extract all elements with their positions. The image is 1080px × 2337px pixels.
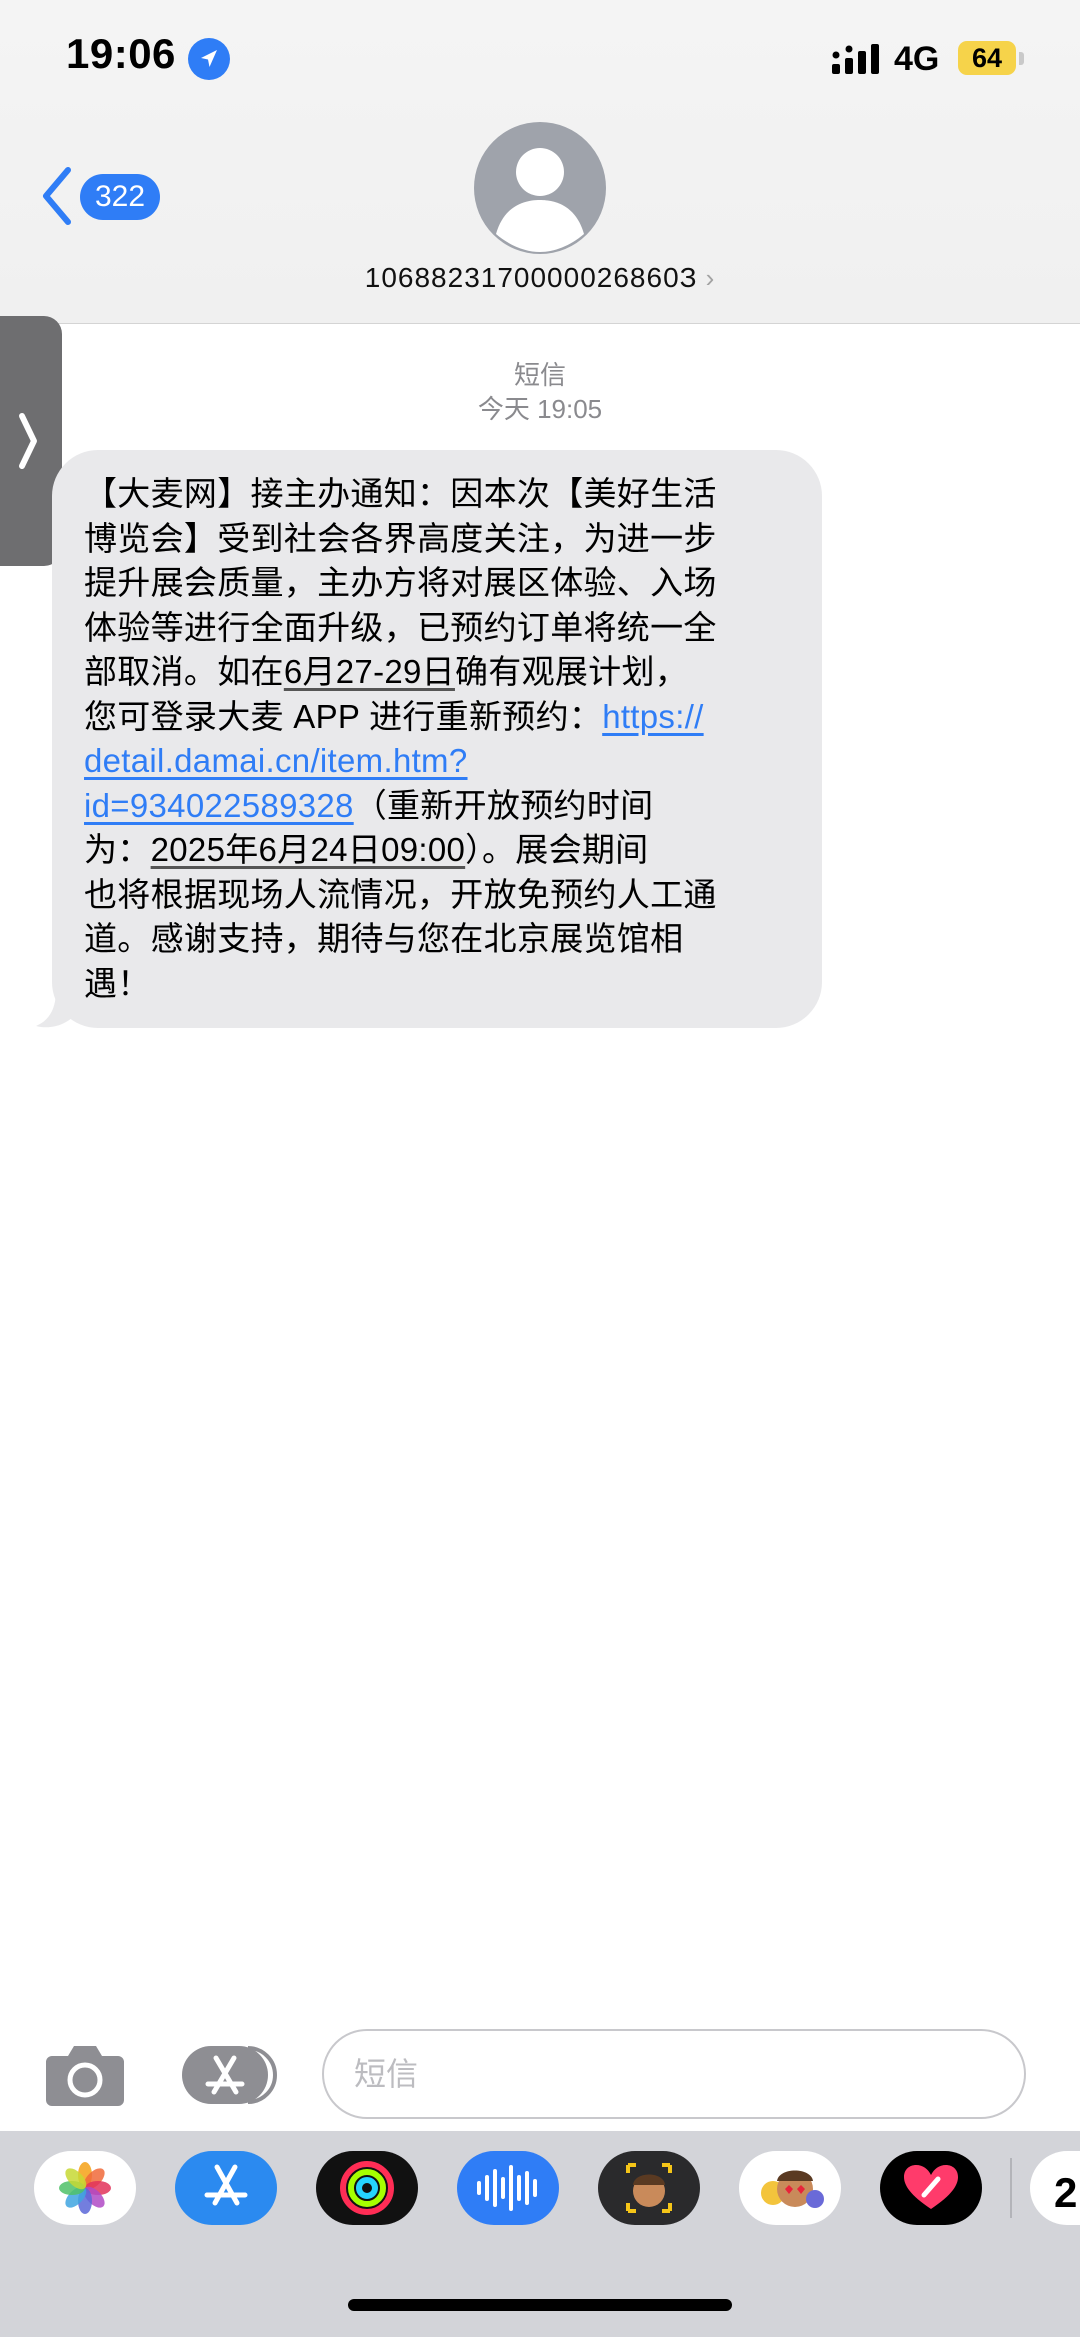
chevron-left-icon xyxy=(43,167,71,225)
thread-meta: 短信 今天 19:05 xyxy=(0,358,1080,426)
message-line: 您可登录大麦 APP 进行重新预约：https:// xyxy=(84,695,796,740)
apps-button[interactable] xyxy=(180,2044,280,2106)
network-type: 4G xyxy=(894,40,940,78)
conversation-header: 19:06 4G 64 322 1068823170000026860З › xyxy=(0,0,1080,324)
message-span: 确有观展计划， xyxy=(454,653,689,690)
audio-message-app-icon[interactable] xyxy=(457,2151,559,2225)
message-text: 【大麦网】接主办通知：因本次【美好生活 博览会】受到社会各界高度关注，为进一步 … xyxy=(84,472,796,1006)
message-timestamp: 今天 19:05 xyxy=(477,394,603,424)
drawer-separator xyxy=(1010,2158,1012,2218)
signal-icon xyxy=(832,44,879,74)
url-link[interactable]: https:// xyxy=(602,698,703,735)
message-input[interactable]: 短信 xyxy=(322,2029,1026,2119)
date-detected-link[interactable]: 6月27-29日 xyxy=(284,653,455,690)
digital-touch-app-icon[interactable] xyxy=(880,2151,982,2225)
chevron-right-icon: › xyxy=(705,263,716,293)
url-link[interactable]: id=934022589328 xyxy=(84,787,354,824)
unread-count-badge: 322 xyxy=(80,174,160,220)
message-line: 遇！ xyxy=(84,964,151,1002)
message-line: 博览会】受到社会各界高度关注，为进一步 xyxy=(84,519,717,557)
contact-name-button[interactable]: 1068823170000026860З › xyxy=(0,262,1080,294)
battery-cap xyxy=(1019,52,1024,65)
message-line: 为：2025年6月24日09:00）。展会期间 xyxy=(84,828,796,873)
camera-button[interactable] xyxy=(44,2040,126,2108)
message-line: 道。感谢支持，期待与您在北京展览馆相 xyxy=(84,920,684,957)
message-span: （重新开放预约时间 xyxy=(353,786,654,824)
status-time: 19:06 xyxy=(66,30,176,77)
status-bar: 19:06 4G 64 xyxy=(0,0,1080,120)
message-line: 部取消。如在6月27-29日确有观展计划， xyxy=(84,650,796,695)
message-line: detail.damai.cn/item.htm? xyxy=(84,739,796,784)
memoji-stickers-app-icon[interactable] xyxy=(739,2151,841,2225)
service-label: 短信 xyxy=(513,360,566,390)
message-span: 为： xyxy=(84,831,151,868)
battery-icon: 64 xyxy=(958,41,1016,75)
message-line: 体验等进行全面升级，已预约订单将统一全 xyxy=(84,608,717,646)
incoming-message-bubble[interactable]: 【大麦网】接主办通知：因本次【美好生活 博览会】受到社会各界高度关注，为进一步 … xyxy=(52,450,822,1028)
back-button[interactable]: 322 xyxy=(40,166,170,226)
url-link[interactable]: detail.damai.cn/item.htm? xyxy=(84,742,468,779)
photos-app-icon[interactable] xyxy=(34,2151,136,2225)
app-store-app-icon[interactable] xyxy=(175,2151,277,2225)
contact-number: 1068823170000026860З xyxy=(364,262,698,293)
memoji-app-icon[interactable] xyxy=(598,2151,700,2225)
message-line: 也将根据现场人流情况，开放免预约人工通 xyxy=(84,875,717,913)
home-indicator[interactable] xyxy=(348,2299,732,2311)
camera-icon xyxy=(46,2046,124,2106)
message-line: 提升展会质量，主办方将对展区体验、入场 xyxy=(84,564,717,601)
person-avatar-icon[interactable] xyxy=(474,122,606,254)
message-line: id=934022589328（重新开放预约时间 xyxy=(84,784,796,829)
location-arrow-icon xyxy=(188,38,230,80)
message-span: 部取消。如在 xyxy=(84,653,284,690)
app-store-icon xyxy=(182,2046,277,2104)
message-span: ）。展会期间 xyxy=(465,831,649,868)
date-detected-link[interactable]: 2025年6月24日09:00 xyxy=(151,831,466,868)
message-span: 您可登录大麦 APP 进行重新预约： xyxy=(84,697,603,735)
fitness-app-icon[interactable] xyxy=(316,2151,418,2225)
message-line: 【大麦网】接主办通知：因本次【美好生活 xyxy=(84,475,717,512)
